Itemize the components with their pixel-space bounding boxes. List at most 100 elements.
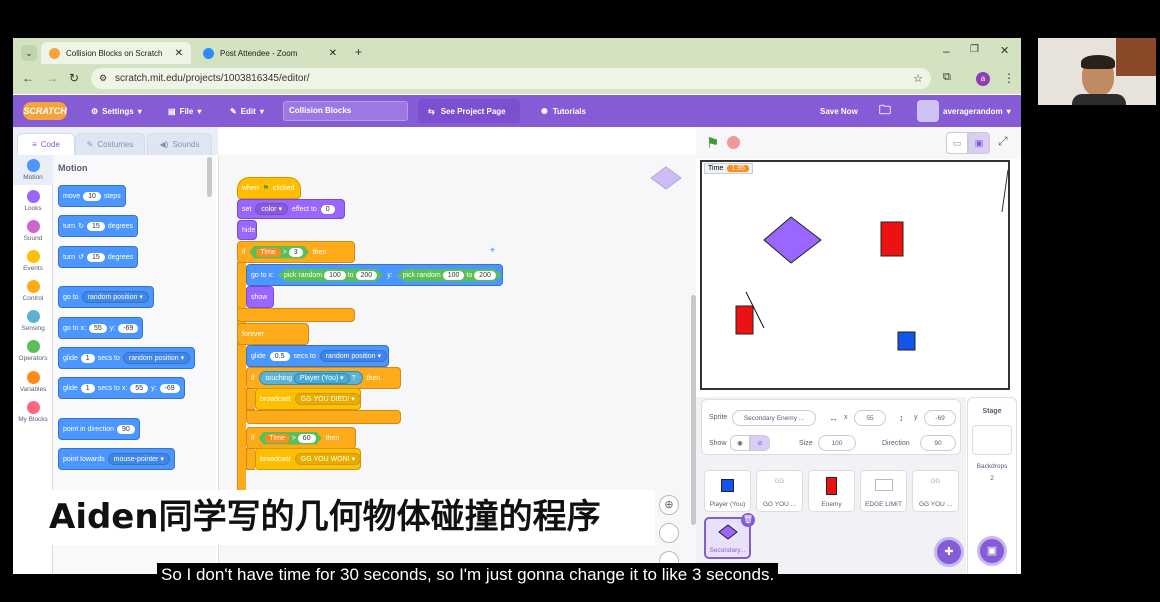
degrees-input[interactable]: 15 bbox=[86, 221, 105, 231]
y-input[interactable]: -69 bbox=[924, 410, 956, 426]
touch-target-dropdown[interactable]: Player (You) ▾ bbox=[293, 373, 350, 384]
message-dropdown[interactable]: GG YOU DIED! ▾ bbox=[294, 393, 361, 405]
profile-avatar[interactable]: a bbox=[976, 72, 990, 86]
tab-code[interactable]: ≡ Code bbox=[17, 133, 75, 155]
save-now-button[interactable]: Save Now bbox=[820, 95, 858, 127]
browser-menu-icon[interactable]: ⋮ bbox=[1003, 71, 1015, 85]
compare-input[interactable]: 60 bbox=[297, 433, 316, 443]
greater-than-operator[interactable]: Time > 3 bbox=[249, 245, 309, 259]
back-icon[interactable]: ← bbox=[22, 71, 34, 85]
tab-sounds[interactable]: ◀) Sounds bbox=[147, 133, 212, 155]
set-effect-block[interactable]: set color ▾ effect to 0 bbox=[237, 199, 345, 219]
go-to-xy-block[interactable]: go to x: 55 y: -69 bbox=[58, 317, 144, 339]
glide-xy-block[interactable]: glide 1 secs to x: 55 y: -69 bbox=[58, 377, 185, 399]
broadcast-died-block[interactable]: broadcast GG YOU DIED! ▾ bbox=[255, 388, 361, 410]
delete-sprite-icon[interactable]: 🗑 bbox=[741, 513, 755, 527]
time-variable[interactable]: Time bbox=[264, 433, 290, 443]
category-my-blocks[interactable]: My Blocks bbox=[13, 397, 53, 427]
add-backdrop-button[interactable]: ▣ bbox=[977, 536, 1007, 566]
category-sensing[interactable]: Sensing bbox=[13, 306, 53, 336]
x-input[interactable]: 55 bbox=[854, 410, 886, 426]
glide-random-block[interactable]: glide 0.5 secs to random position ▾ bbox=[246, 345, 389, 367]
forward-icon[interactable]: → bbox=[46, 71, 58, 85]
category-looks[interactable]: Looks bbox=[13, 186, 53, 216]
pick-random-x[interactable]: pick random 100 to 200 bbox=[277, 268, 384, 282]
turn-left-block[interactable]: turn ↺ 15 degrees bbox=[58, 246, 139, 268]
bookmark-star-icon[interactable]: ☆ bbox=[913, 72, 923, 85]
tab-zoom[interactable]: Post Attendee - Zoom ✕ bbox=[195, 42, 345, 64]
random-min-input[interactable]: 100 bbox=[442, 270, 465, 280]
effect-dropdown[interactable]: color ▾ bbox=[255, 203, 288, 215]
zoom-in-icon[interactable]: ⊕ bbox=[659, 495, 679, 515]
y-input[interactable]: -69 bbox=[159, 383, 180, 393]
direction-input[interactable]: 90 bbox=[116, 424, 135, 434]
show-block[interactable]: show bbox=[246, 286, 274, 308]
restore-icon[interactable]: ❐ bbox=[970, 44, 979, 55]
sprite-thumb-secondary-enemy[interactable]: Secondary... 🗑 bbox=[704, 513, 755, 559]
if-time-won-block[interactable]: if Time > 60 then bbox=[246, 427, 356, 449]
settings-menu[interactable]: ⚙ Settings ▾ bbox=[91, 95, 142, 127]
edit-menu[interactable]: ✎ Edit ▾ bbox=[230, 95, 264, 127]
touching-sensor[interactable]: touching Player (You) ▾ ? bbox=[258, 371, 363, 385]
sprite-name-input[interactable]: Secondary Enemy ... bbox=[732, 410, 816, 426]
palette-scrollbar[interactable] bbox=[207, 157, 212, 197]
target-dropdown[interactable]: random position ▾ bbox=[81, 291, 149, 303]
turn-right-block[interactable]: turn ↻ 15 degrees bbox=[58, 215, 139, 237]
effect-value-input[interactable]: 0 bbox=[320, 204, 335, 214]
hide-block[interactable]: hide bbox=[237, 220, 257, 240]
category-sound[interactable]: Sound bbox=[13, 216, 53, 246]
my-stuff-folder-icon[interactable]: 🗀 bbox=[879, 95, 891, 127]
point-direction-block[interactable]: point in direction 90 bbox=[58, 418, 140, 440]
green-flag-icon[interactable]: ⚑ bbox=[706, 134, 719, 152]
steps-input[interactable]: 10 bbox=[83, 191, 101, 201]
target-dropdown[interactable]: mouse-pointer ▾ bbox=[107, 453, 170, 465]
secs-input[interactable]: 0.5 bbox=[269, 351, 290, 361]
extensions-icon[interactable]: ⧉ bbox=[943, 71, 951, 84]
time-variable[interactable]: Time bbox=[255, 247, 281, 257]
point-towards-block[interactable]: point towards mouse-pointer ▾ bbox=[58, 448, 175, 470]
new-tab-icon[interactable]: + bbox=[355, 45, 362, 59]
tab-scratch[interactable]: Collision Blocks on Scratch ✕ bbox=[41, 42, 191, 64]
hide-visible-icon[interactable]: ⊘ bbox=[750, 435, 770, 451]
close-icon[interactable]: ✕ bbox=[329, 48, 337, 59]
project-title-input[interactable]: Collision Blocks bbox=[283, 101, 408, 121]
x-input[interactable]: 55 bbox=[88, 323, 107, 333]
category-events[interactable]: Events bbox=[13, 246, 53, 276]
size-input[interactable]: 100 bbox=[818, 435, 856, 451]
greater-than-operator[interactable]: Time > 60 bbox=[258, 431, 322, 445]
message-dropdown[interactable]: GG YOU WON! ▾ bbox=[294, 453, 362, 465]
pick-random-y[interactable]: pick random 100 to 200 bbox=[396, 268, 502, 282]
go-to-random-xy-block[interactable]: go to x: pick random 100 to 200 y: pick ran… bbox=[246, 264, 503, 286]
site-info-icon[interactable]: ⚙ bbox=[99, 73, 107, 84]
add-sprite-button[interactable]: ✚ bbox=[934, 537, 964, 567]
secs-input[interactable]: 1 bbox=[80, 353, 95, 363]
close-icon[interactable]: ✕ bbox=[175, 48, 183, 59]
zoom-out-icon[interactable] bbox=[659, 523, 679, 543]
if-time-block[interactable]: if Time > 3 then bbox=[237, 241, 355, 263]
broadcast-won-block[interactable]: broadcast GG YOU WON! ▾ bbox=[255, 448, 362, 470]
stage-target-panel[interactable]: Stage Backdrops 2 ▣ bbox=[967, 397, 1017, 574]
sprite-thumb-gg-you-1[interactable]: GG GG YOU ... bbox=[756, 470, 803, 512]
scratch-logo[interactable]: SCRATCH bbox=[23, 102, 67, 120]
forever-block[interactable]: forever bbox=[237, 323, 309, 345]
random-max-input[interactable]: 200 bbox=[355, 270, 378, 280]
tab-search-icon[interactable]: ⌄ bbox=[21, 45, 37, 61]
go-to-block[interactable]: go to random position ▾ bbox=[58, 286, 154, 308]
stop-icon[interactable] bbox=[727, 136, 740, 149]
tab-costumes[interactable]: ✎ Costumes bbox=[75, 133, 145, 155]
sprite-thumb-edge-limit[interactable]: EDGE LIMIT bbox=[860, 470, 907, 512]
random-max-input[interactable]: 200 bbox=[474, 270, 496, 280]
file-menu[interactable]: ▤ File ▾ bbox=[168, 95, 201, 127]
account-menu[interactable]: averagerandom ▾ bbox=[943, 95, 1011, 127]
move-steps-block[interactable]: move 10 steps bbox=[58, 185, 126, 207]
tutorials-button[interactable]: ✺ Tutorials bbox=[541, 95, 586, 127]
glide-to-block[interactable]: glide 1 secs to random position ▾ bbox=[58, 347, 196, 369]
user-avatar[interactable] bbox=[917, 100, 939, 122]
direction-input[interactable]: 90 bbox=[920, 435, 956, 451]
sprite-thumb-player[interactable]: Player (You) bbox=[704, 470, 751, 512]
minimize-icon[interactable]: – bbox=[943, 44, 950, 58]
secs-input[interactable]: 1 bbox=[80, 383, 95, 393]
window-close-icon[interactable]: ✕ bbox=[1000, 44, 1009, 57]
target-dropdown[interactable]: random position ▾ bbox=[319, 350, 387, 362]
category-motion[interactable]: Motion bbox=[13, 155, 53, 185]
